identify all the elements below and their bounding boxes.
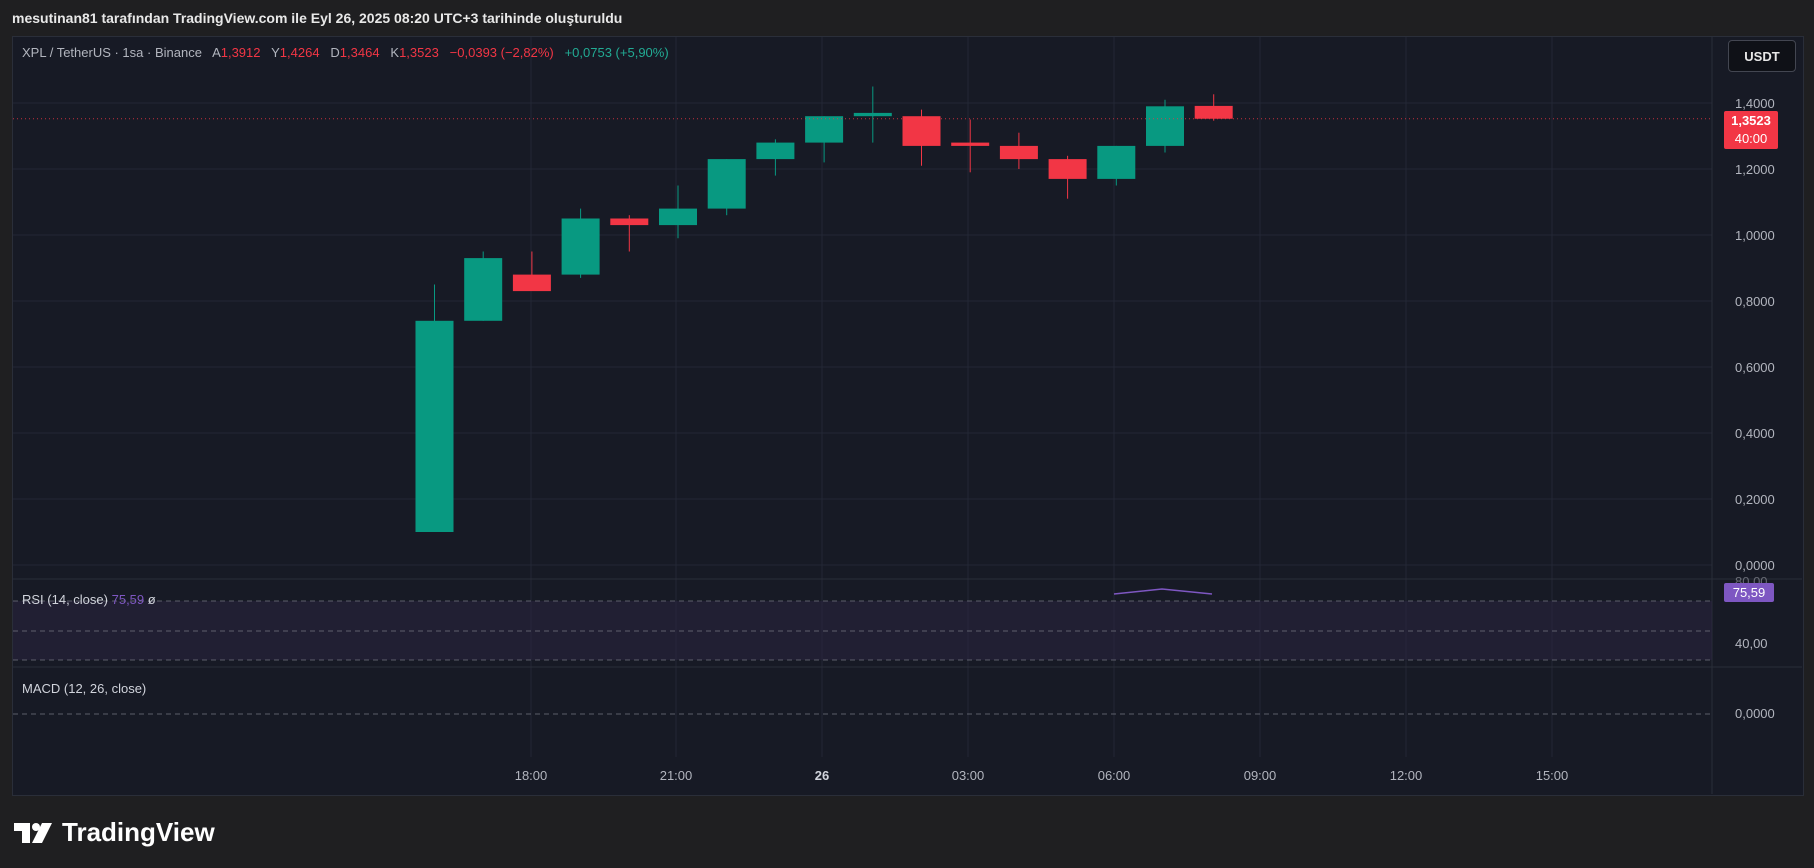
candle-body — [805, 116, 844, 143]
price-tick-label: 0,8000 — [1735, 294, 1775, 309]
tradingview-icon — [14, 822, 52, 843]
candle-body — [561, 218, 600, 275]
rsi-axis-label: 40,00 — [1735, 636, 1768, 651]
high-value: 1,4264 — [279, 45, 320, 60]
symbol-legend: XPL / TetherUS · 1sa · Binance A1,3912 Y… — [22, 45, 669, 60]
symbol-name[interactable]: XPL / TetherUS · 1sa · Binance — [22, 45, 202, 60]
time-tick-label: 18:00 — [515, 768, 548, 783]
price-tick-label: 0,6000 — [1735, 360, 1775, 375]
tradingview-wordmark: TradingView — [62, 817, 215, 847]
close-label: K — [390, 45, 400, 60]
rsi-legend[interactable]: RSI (14, close) 75,59 ø — [22, 592, 156, 607]
candle-body — [610, 218, 649, 226]
price-tick-label: 0,2000 — [1735, 492, 1775, 507]
bar-countdown-text: 40:00 — [1735, 131, 1768, 146]
price-tick-label: 1,2000 — [1735, 162, 1775, 177]
low-value: 1,3464 — [339, 45, 380, 60]
candle-body — [1146, 106, 1184, 146]
rsi-line — [1113, 588, 1213, 595]
candle-body — [902, 116, 941, 146]
rsi-badge-text: 75,59 — [1733, 585, 1766, 600]
low-label: D — [330, 45, 340, 60]
candle-body — [707, 159, 746, 209]
time-tick-label: 26 — [815, 768, 829, 783]
macd-label: MACD (12, 26, close) — [22, 681, 147, 696]
time-tick-label: 12:00 — [1390, 768, 1423, 783]
candle-body — [853, 112, 892, 117]
tradingview-logo[interactable]: TradingView — [14, 817, 215, 848]
rsi-legend-value: 75,59 — [111, 592, 145, 607]
macd-legend[interactable]: MACD (12, 26, close) — [22, 681, 146, 696]
candle-body — [659, 208, 697, 226]
current-price-text: 1,3523 — [1731, 113, 1771, 128]
candle-body — [512, 274, 551, 292]
rsi-extra: ø — [147, 592, 156, 607]
price-tick-label: 0,4000 — [1735, 426, 1775, 441]
time-axis: 18:00 21:00 26 03:00 06:00 09:00 12:00 15:00 — [515, 768, 1569, 783]
candle-body — [1048, 159, 1087, 179]
price-tick-label: 0,0000 — [1735, 558, 1775, 573]
high-label: Y — [271, 45, 280, 60]
candle-body — [999, 145, 1038, 160]
rsi-label: RSI (14, close) — [22, 592, 108, 607]
close-value: 1,3523 — [399, 45, 439, 60]
time-tick-label: 21:00 — [660, 768, 693, 783]
candlestick-series — [415, 86, 1233, 532]
candle-body — [1097, 145, 1136, 179]
time-tick-label: 03:00 — [952, 768, 985, 783]
chart-overlays: 75,59 1,3523 40:00 — [13, 111, 1778, 602]
time-tick-label: 06:00 — [1098, 768, 1131, 783]
candle-body — [756, 142, 795, 160]
candle-body — [464, 258, 503, 321]
chart-canvas[interactable]: 1,4000 1,2000 1,0000 0,8000 0,6000 0,4000 0,20… — [0, 0, 1814, 868]
change-value: −0,0393 (−2,82%) — [449, 45, 554, 60]
candle-body — [415, 320, 454, 532]
price-axis: 1,4000 1,2000 1,0000 0,8000 0,6000 0,4000 0,20… — [1735, 96, 1775, 721]
price-tick-label: 1,0000 — [1735, 228, 1775, 243]
indicator-panes — [13, 37, 1802, 794]
volume-change-value: +0,0753 (+5,90%) — [564, 45, 669, 60]
candle-body — [1194, 105, 1233, 119]
candle-body — [951, 142, 990, 146]
macd-axis-label: 0,0000 — [1735, 706, 1775, 721]
open-value: 1,3912 — [220, 45, 261, 60]
price-tick-label: 1,4000 — [1735, 96, 1775, 111]
time-tick-label: 15:00 — [1536, 768, 1569, 783]
currency-button[interactable]: USDT — [1728, 40, 1796, 72]
time-tick-label: 09:00 — [1244, 768, 1277, 783]
open-label: A — [212, 45, 221, 60]
